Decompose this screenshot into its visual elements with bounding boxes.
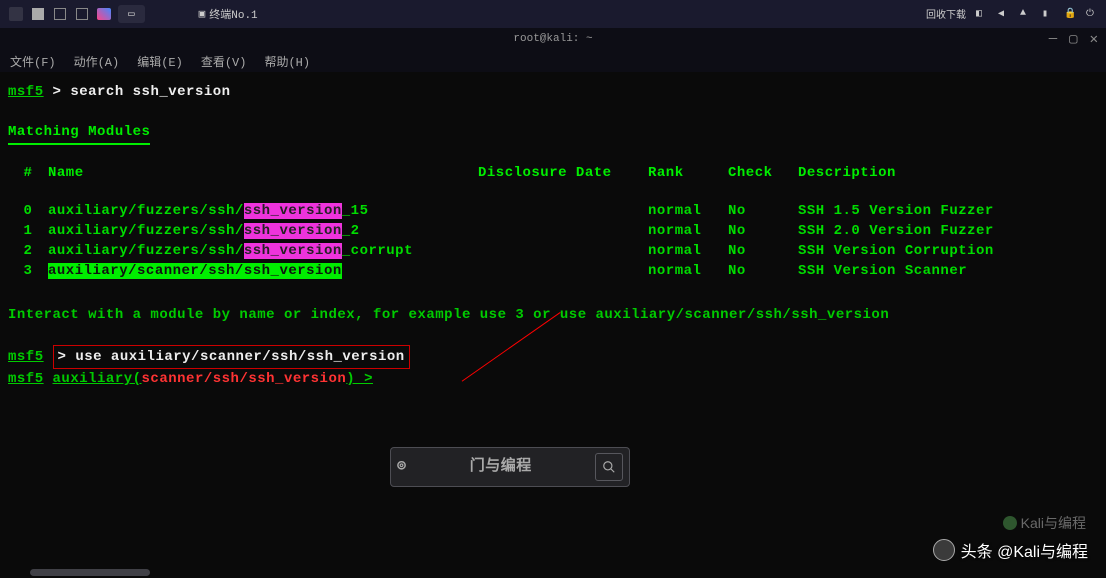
battery-icon[interactable]: ▮ <box>1042 8 1054 20</box>
search-button[interactable] <box>595 453 623 481</box>
matching-header: Matching Modules <box>8 122 1098 145</box>
watermark-small: Kali与编程 <box>1003 513 1086 533</box>
result-row: 0auxiliary/fuzzers/ssh/ssh_version_15 nor… <box>8 201 1098 221</box>
horizontal-scrollbar[interactable] <box>30 569 150 576</box>
watermark-main: 头条 @Kali与编程 <box>933 538 1088 562</box>
prompt-label: msf5 <box>8 84 44 100</box>
menu-edit[interactable]: 编辑(E) <box>137 53 183 70</box>
workspace-app-icon[interactable] <box>96 6 112 22</box>
module-path: auxiliary/scanner/ssh/ssh_version <box>48 261 478 281</box>
toutiao-icon <box>933 539 955 561</box>
aux-label: auxiliary( <box>53 371 142 387</box>
workspace-1-icon[interactable] <box>30 6 46 22</box>
close-button[interactable]: ✕ <box>1090 31 1098 48</box>
row-description: SSH 2.0 Version Fuzzer <box>798 221 1038 241</box>
result-row: 1auxiliary/fuzzers/ssh/ssh_version_2 norm… <box>8 221 1098 241</box>
notification-icon[interactable]: ▲ <box>1020 8 1032 20</box>
system-tray: 回收下载 ◧ ◀ ▲ ▮ 🔒 ⏻ <box>926 6 1098 22</box>
row-check: No <box>728 261 798 281</box>
search-logo-icon: ⊚ <box>397 457 407 477</box>
row-check: No <box>728 221 798 241</box>
row-date <box>478 241 648 261</box>
menu-view[interactable]: 查看(V) <box>201 53 247 70</box>
command-text: search ssh_version <box>70 84 230 100</box>
menu-action[interactable]: 动作(A) <box>74 53 120 70</box>
row-description: SSH Version Scanner <box>798 261 1038 281</box>
search-text: 门与编程 <box>470 457 532 477</box>
results-table: 0auxiliary/fuzzers/ssh/ssh_version_15nor… <box>8 201 1098 281</box>
aux-module-path: scanner/ssh/ssh_version <box>142 371 347 387</box>
row-date <box>478 201 648 221</box>
row-date <box>478 221 648 241</box>
col-date: Disclosure Date <box>478 163 648 183</box>
menu-help[interactable]: 帮助(H) <box>264 53 310 70</box>
row-description: SSH 1.5 Version Fuzzer <box>798 201 1038 221</box>
row-rank: normal <box>648 201 728 221</box>
menu-bar: 文件(F) 动作(A) 编辑(E) 查看(V) 帮助(H) <box>0 50 1106 72</box>
prompt-line-3: msf5 auxiliary(scanner/ssh/ssh_version) … <box>8 369 1098 389</box>
terminal[interactable]: msf5 > search ssh_version Matching Modul… <box>0 72 1106 578</box>
power-icon[interactable]: ⏻ <box>1086 8 1098 20</box>
window-title-bar: root@kali: ~ — ▢ ✕ <box>0 28 1106 50</box>
row-description: SSH Version Corruption <box>798 241 1038 261</box>
interact-hint: Interact with a module by name or index,… <box>8 305 1098 325</box>
row-index: 0 <box>8 201 48 221</box>
col-idx: # <box>8 163 48 183</box>
row-date <box>478 261 648 281</box>
wechat-icon <box>1003 516 1017 530</box>
row-rank: normal <box>648 261 728 281</box>
volume-icon[interactable]: ◀ <box>998 8 1010 20</box>
prompt-label-2: msf5 <box>8 347 44 367</box>
taskbar-window-item[interactable]: ▣ 终端No.1 <box>191 4 266 24</box>
row-index: 2 <box>8 241 48 261</box>
taskbar-window-title: 终端No.1 <box>209 6 257 22</box>
row-check: No <box>728 241 798 261</box>
taskbar: ▭ ▣ 终端No.1 回收下载 ◧ ◀ ▲ ▮ 🔒 ⏻ <box>0 0 1106 28</box>
terminal-small-icon: ▭ <box>128 7 135 21</box>
prompt-label-3: msf5 <box>8 371 44 387</box>
window-title: root@kali: ~ <box>513 33 592 45</box>
row-rank: normal <box>648 241 728 261</box>
prompt-line-1: msf5 > search ssh_version <box>8 82 1098 102</box>
col-name: Name <box>48 163 478 183</box>
terminal-tab-icon: ▣ <box>199 7 206 21</box>
workspace-2-icon[interactable] <box>52 6 68 22</box>
search-icon <box>602 460 616 474</box>
aux-close: ) > <box>346 371 373 387</box>
maximize-button[interactable]: ▢ <box>1069 31 1077 48</box>
module-path: auxiliary/fuzzers/ssh/ssh_version_2 <box>48 221 478 241</box>
search-overlay[interactable]: ⊚ 门与编程 <box>390 447 630 487</box>
module-path: auxiliary/fuzzers/ssh/ssh_version_corrup… <box>48 241 478 261</box>
taskbar-active-window[interactable]: ▭ <box>118 5 145 23</box>
window-controls: — ▢ ✕ <box>1049 31 1098 48</box>
result-row: 2auxiliary/fuzzers/ssh/ssh_version_corru… <box>8 241 1098 261</box>
menu-file[interactable]: 文件(F) <box>10 53 56 70</box>
app-launcher-icon[interactable] <box>8 6 24 22</box>
row-rank: normal <box>648 221 728 241</box>
column-headers: # Name Disclosure Date Rank Check Descri… <box>8 163 1098 183</box>
col-rank: Rank <box>648 163 728 183</box>
workspace-3-icon[interactable] <box>74 6 90 22</box>
module-path: auxiliary/fuzzers/ssh/ssh_version_15 <box>48 201 478 221</box>
prompt-line-2: msf5 > use auxiliary/scanner/ssh/ssh_ver… <box>8 345 1098 369</box>
row-check: No <box>728 201 798 221</box>
result-row: 3auxiliary/scanner/ssh/ssh_version normal… <box>8 261 1098 281</box>
minimize-button[interactable]: — <box>1049 31 1057 48</box>
row-index: 3 <box>8 261 48 281</box>
col-check: Check <box>728 163 798 183</box>
row-index: 1 <box>8 221 48 241</box>
annotation-box: > use auxiliary/scanner/ssh/ssh_version <box>53 345 410 369</box>
taskbar-left: ▭ ▣ 终端No.1 <box>8 4 266 24</box>
network-icon[interactable]: ◧ <box>976 8 988 20</box>
tray-download-label[interactable]: 回收下载 <box>926 6 966 22</box>
use-command: use auxiliary/scanner/ssh/ssh_version <box>75 349 404 365</box>
col-desc: Description <box>798 163 1038 183</box>
lock-icon[interactable]: 🔒 <box>1064 8 1076 20</box>
